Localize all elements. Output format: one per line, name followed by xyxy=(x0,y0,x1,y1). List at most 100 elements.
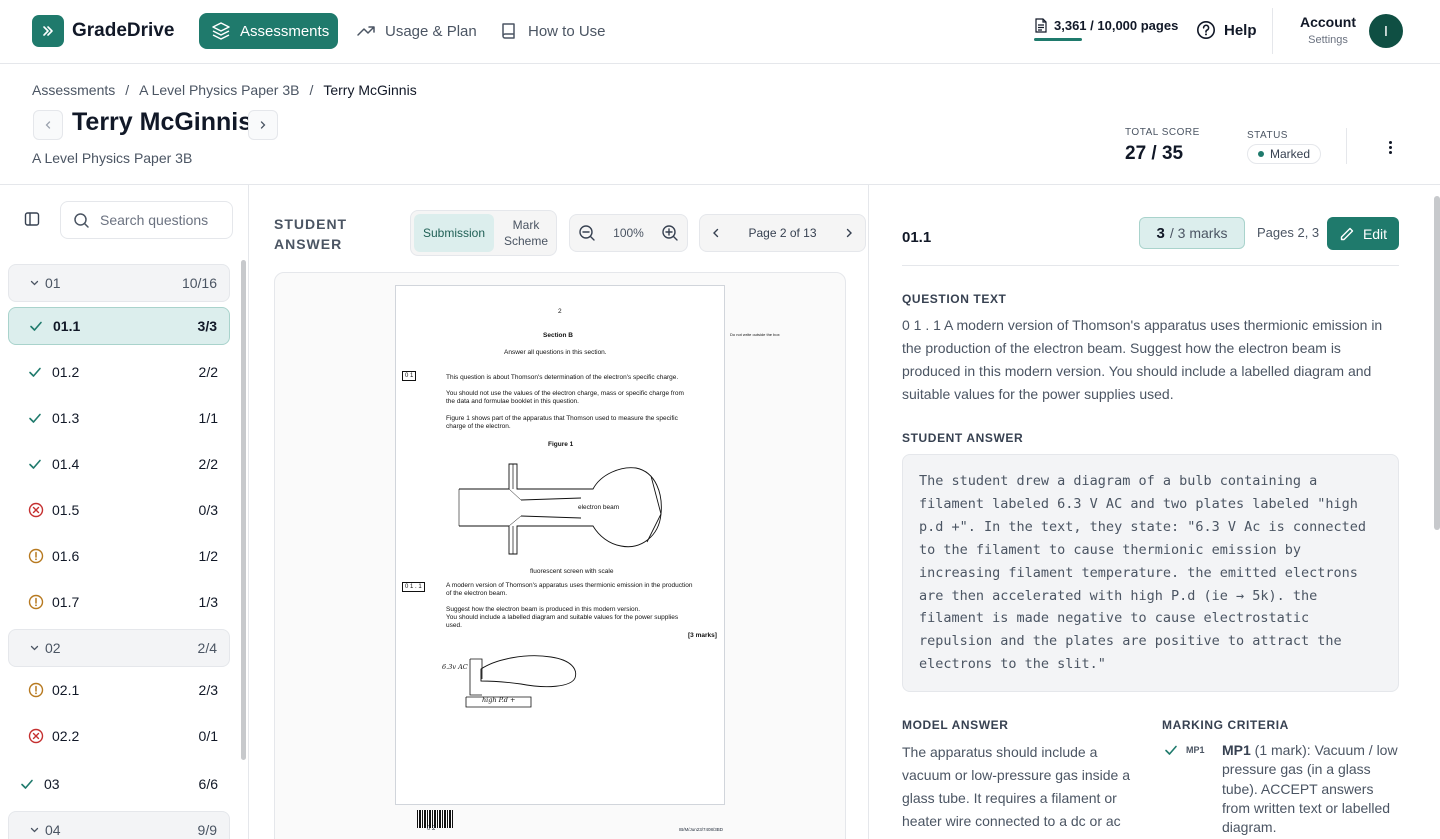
paper-marks: [3 marks] xyxy=(688,632,717,639)
question-group-01[interactable]: 01 10/16 xyxy=(8,264,230,302)
check-icon xyxy=(1165,745,1177,755)
paper-question-intro: This question is about Thomson's determi… xyxy=(446,374,679,381)
question-score: 1/2 xyxy=(198,548,218,564)
nav-how-to-use-label: How to Use xyxy=(528,22,606,40)
question-item-03[interactable]: 03 6/6 xyxy=(8,765,230,803)
alert-circle-icon xyxy=(28,682,44,698)
question-label: 01.1 xyxy=(53,318,81,334)
chevron-down-icon xyxy=(29,643,40,654)
submission-tab[interactable]: Submission xyxy=(414,214,494,252)
question-text-heading: QUESTION TEXT xyxy=(902,292,1007,306)
total-score-label: TOTAL SCORE xyxy=(1125,127,1200,138)
breadcrumb-paper[interactable]: A Level Physics Paper 3B xyxy=(139,82,299,98)
nav-usage-plan[interactable]: Usage & Plan xyxy=(344,13,489,49)
account-settings[interactable]: Account Settings xyxy=(1300,14,1356,46)
criteria-text: MP1 (1 mark): Vacuum / low pressure gas … xyxy=(1222,741,1398,837)
search-placeholder: Search questions xyxy=(100,212,209,228)
question-label: 01.3 xyxy=(52,410,80,426)
nav-how-to-use[interactable]: How to Use xyxy=(487,13,618,49)
more-options-icon[interactable] xyxy=(1382,137,1398,157)
chevron-left-icon xyxy=(45,121,51,129)
submission-scan[interactable]: 2 Section B Answer all questions in this… xyxy=(274,272,846,839)
pages-reference[interactable]: Pages 2, 3 xyxy=(1257,225,1319,240)
paper-figure-note-line2: charge of the electron. xyxy=(446,423,511,430)
detail-scrollbar[interactable] xyxy=(1434,196,1440,530)
paper-subquestion-line2: of the electron beam. xyxy=(446,590,508,597)
question-label: 02.1 xyxy=(52,682,80,698)
question-label: 03 xyxy=(44,776,60,792)
previous-student-button[interactable] xyxy=(33,110,63,140)
question-item-01.6[interactable]: 01.6 1/2 xyxy=(8,537,230,575)
question-number: 01.1 xyxy=(902,229,932,246)
help-button[interactable]: Help xyxy=(1196,20,1257,40)
marks-badge[interactable]: 3 / 3 marks xyxy=(1139,217,1245,249)
question-item-01.4[interactable]: 01.4 2/2 xyxy=(8,445,230,483)
criteria-title: MP1 xyxy=(1222,742,1251,758)
paper-figure-note-line1: Figure 1 shows part of the apparatus tha… xyxy=(446,415,678,422)
question-item-01.2[interactable]: 01.2 2/2 xyxy=(8,353,230,391)
top-navigation: GradeDrive Assessments Usage & Plan How … xyxy=(0,0,1440,64)
status-dot xyxy=(1258,151,1264,157)
divider xyxy=(1272,8,1273,54)
layers-icon xyxy=(212,22,230,40)
next-student-button[interactable] xyxy=(248,110,278,140)
viewer-title-line1: STUDENT xyxy=(274,216,348,232)
question-label: 02.2 xyxy=(52,728,80,744)
paper-subquestion-number: 0 1 . 1 xyxy=(402,582,425,592)
question-item-02.1[interactable]: 02.1 2/3 xyxy=(8,671,230,709)
question-item-01.3[interactable]: 01.3 1/1 xyxy=(8,399,230,437)
alert-circle-icon xyxy=(28,594,44,610)
paper-note-line1: You should not use the values of the ele… xyxy=(446,390,684,397)
answer-viewer: STUDENT ANSWER Submission Mark Scheme 10… xyxy=(250,185,869,839)
usage-meter[interactable]: 3,361 / 10,000 pages xyxy=(1034,18,1178,41)
question-item-01.1[interactable]: 01.1 3/3 xyxy=(8,307,230,345)
page-subtitle: A Level Physics Paper 3B xyxy=(32,150,193,166)
sidebar-toggle-icon[interactable] xyxy=(24,211,40,232)
paper-footer-code: IB/M/Jun23/7408/3BD xyxy=(679,827,724,832)
previous-page-icon[interactable] xyxy=(710,227,722,239)
paper-margin-note: Do not write outside the box xyxy=(730,332,780,337)
pencil-icon xyxy=(1340,227,1354,240)
zoom-in-icon[interactable] xyxy=(661,224,679,242)
paper-subquestion-line1: A modern version of Thomson's apparatus … xyxy=(446,582,693,589)
breadcrumb-separator: / xyxy=(309,82,314,98)
page-navigator: Page 2 of 13 xyxy=(699,214,866,252)
marks-total: / 3 marks xyxy=(1169,225,1228,241)
marking-criteria-heading: MARKING CRITERIA xyxy=(1162,718,1289,732)
paper-section-title: Section B xyxy=(543,332,573,339)
avatar[interactable]: I xyxy=(1369,14,1403,48)
sidebar-scrollbar[interactable] xyxy=(241,260,246,760)
search-input[interactable]: Search questions xyxy=(60,201,233,239)
help-circle-icon xyxy=(1197,21,1215,39)
check-icon xyxy=(28,366,42,378)
zoom-control: 100% xyxy=(569,214,688,252)
next-page-icon[interactable] xyxy=(843,227,855,239)
criteria-code: MP1 xyxy=(1186,745,1205,755)
paper-subquestion-line5: used. xyxy=(446,622,462,629)
exam-page: 2 Section B Answer all questions in this… xyxy=(395,285,780,805)
status-text: Marked xyxy=(1270,147,1311,161)
question-item-01.7[interactable]: 01.7 1/3 xyxy=(8,583,230,621)
student-answer-text: The student drew a diagram of a bulb con… xyxy=(902,454,1399,692)
question-group-04[interactable]: 04 9/9 xyxy=(8,811,230,839)
check-icon xyxy=(28,458,42,470)
nav-assessments[interactable]: Assessments xyxy=(199,13,338,49)
app-name[interactable]: GradeDrive xyxy=(72,20,174,42)
logo-chevrons-icon[interactable] xyxy=(32,15,64,47)
question-label: 02 xyxy=(45,640,61,656)
help-label: Help xyxy=(1224,21,1257,39)
question-score: 1/3 xyxy=(198,594,218,610)
page-indicator: Page 2 of 13 xyxy=(748,226,817,240)
question-item-02.2[interactable]: 02.2 0/1 xyxy=(8,717,230,755)
question-item-01.5[interactable]: 01.5 0/3 xyxy=(8,491,230,529)
chevron-down-icon xyxy=(29,825,40,836)
question-label: 01.2 xyxy=(52,364,80,380)
edit-button[interactable]: Edit xyxy=(1327,217,1399,250)
page-title: Terry McGinnis xyxy=(72,108,253,136)
mark-scheme-tab[interactable]: Mark Scheme xyxy=(498,214,554,252)
marks-awarded: 3 xyxy=(1156,224,1165,242)
zoom-out-icon[interactable] xyxy=(578,224,596,242)
breadcrumb-assessments[interactable]: Assessments xyxy=(32,82,115,98)
question-group-02[interactable]: 02 2/4 xyxy=(8,629,230,667)
paper-subquestion-line3: Suggest how the electron beam is produce… xyxy=(446,606,641,613)
